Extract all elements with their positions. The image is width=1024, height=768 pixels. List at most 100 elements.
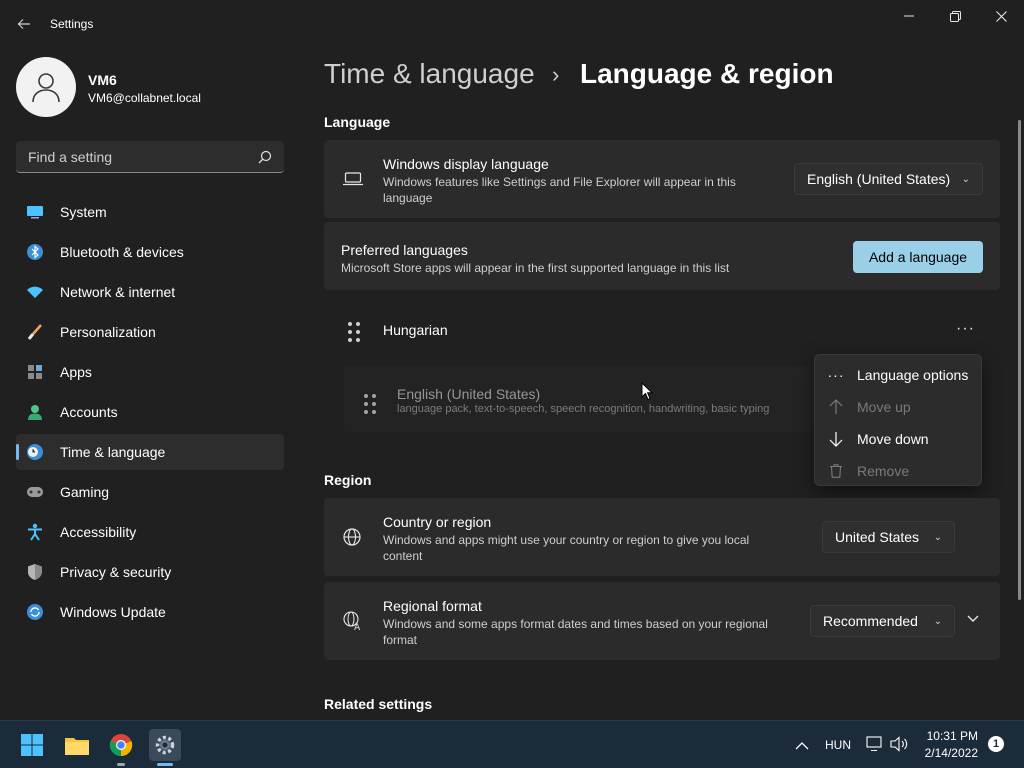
- country-region-description: Windows and apps might use your country …: [383, 533, 750, 563]
- title-bar: Settings: [0, 0, 1024, 48]
- country-region-dropdown[interactable]: United States ⌄: [822, 521, 955, 553]
- sidebar-item-label: Bluetooth & devices: [60, 244, 184, 260]
- sidebar-item-label: Privacy & security: [60, 564, 172, 580]
- language-detail: language pack, text-to-speech, speech re…: [397, 403, 770, 415]
- sidebar-item-label: Time & language: [60, 444, 166, 460]
- settings-app-button[interactable]: [149, 729, 181, 761]
- maximize-button[interactable]: [932, 6, 978, 26]
- menu-item-move-down[interactable]: Move down: [815, 423, 981, 455]
- chrome-button[interactable]: [105, 729, 137, 761]
- sidebar-item-gaming[interactable]: Gaming: [16, 474, 284, 510]
- bluetooth-icon: [26, 243, 44, 261]
- breadcrumb-parent[interactable]: Time & language: [324, 58, 535, 90]
- menu-item-move-up: Move up: [815, 391, 981, 423]
- sidebar-item-time-language[interactable]: Time & language: [16, 434, 284, 470]
- display-language-dropdown[interactable]: English (United States) ⌄: [794, 163, 983, 195]
- language-list-item[interactable]: Hungarian ···: [324, 308, 1000, 352]
- file-explorer-button[interactable]: [61, 729, 93, 761]
- language-context-menu: ··· Language options Move up Move down R…: [814, 354, 982, 486]
- display-language-card: Windows display language Windows feature…: [324, 140, 1000, 218]
- back-button[interactable]: [8, 10, 40, 38]
- section-title-related: Related settings: [324, 696, 433, 712]
- search-box[interactable]: [16, 141, 284, 173]
- sidebar-item-label: Accessibility: [60, 524, 137, 540]
- search-input[interactable]: [28, 148, 258, 165]
- page-title: Language & region: [580, 58, 834, 89]
- taskbar: HUN 10:31 PM 2/14/2022 1: [0, 720, 1024, 768]
- user-email: VM6@collabnet.local: [88, 91, 201, 105]
- sidebar-item-accessibility[interactable]: Accessibility: [16, 514, 284, 550]
- regional-format-title: Regional format: [383, 598, 482, 614]
- volume-icon[interactable]: [890, 736, 910, 755]
- sidebar-item-label: Gaming: [60, 484, 110, 500]
- section-title-region: Region: [324, 472, 372, 488]
- display-language-value: English (United States): [807, 171, 951, 187]
- minimize-button[interactable]: [886, 6, 932, 26]
- person-icon: [26, 403, 44, 421]
- clock-globe-icon: [26, 443, 44, 461]
- start-button[interactable]: [16, 729, 48, 761]
- menu-item-language-options[interactable]: ··· Language options: [815, 359, 981, 391]
- language-list-item[interactable]: English (United States) language pack, t…: [344, 366, 814, 432]
- clock-time[interactable]: 10:31 PM: [922, 729, 978, 743]
- monitor-icon: [26, 203, 44, 221]
- preferred-languages-card: Preferred languages Microsoft Store apps…: [324, 222, 1000, 290]
- sidebar-item-label: Accounts: [60, 404, 118, 420]
- network-icon[interactable]: [866, 736, 884, 755]
- add-language-button[interactable]: Add a language: [853, 241, 983, 273]
- sidebar-item-label: Network & internet: [60, 284, 176, 300]
- sidebar-item-accounts[interactable]: Accounts: [16, 394, 284, 430]
- language-name: Hungarian: [383, 322, 448, 338]
- shield-icon: [26, 563, 44, 581]
- menu-item-remove: Remove: [815, 455, 981, 487]
- sidebar-item-label: System: [60, 204, 107, 220]
- globe-icon: [343, 528, 361, 549]
- minimize-icon: [904, 15, 914, 17]
- avatar[interactable]: [16, 57, 76, 117]
- arrow-up-icon: [827, 399, 845, 415]
- regional-format-card: A Regional format Windows and some apps …: [324, 582, 1000, 660]
- search-icon: [258, 150, 272, 163]
- clock-date[interactable]: 2/14/2022: [912, 746, 978, 760]
- wifi-icon: [26, 283, 44, 301]
- breadcrumb-separator: ›: [552, 62, 560, 87]
- sidebar-item-network[interactable]: Network & internet: [16, 274, 284, 310]
- restore-icon: [949, 10, 961, 22]
- sidebar-item-label: Personalization: [60, 324, 156, 340]
- more-options-icon[interactable]: ···: [956, 320, 975, 338]
- trash-icon: [827, 464, 845, 478]
- chrome-icon: [109, 734, 133, 757]
- more-icon: ···: [827, 367, 845, 383]
- windows-start-icon: [21, 734, 43, 756]
- close-button[interactable]: [978, 6, 1024, 26]
- update-icon: [26, 603, 44, 621]
- chevron-down-icon: ⌄: [933, 615, 942, 627]
- tray-overflow-chevron-icon[interactable]: [795, 738, 809, 754]
- input-language-indicator[interactable]: HUN: [825, 738, 851, 752]
- drag-handle-icon[interactable]: [364, 394, 376, 414]
- scrollbar[interactable]: [1018, 120, 1021, 600]
- sidebar-item-system[interactable]: System: [16, 194, 284, 230]
- drag-handle-icon[interactable]: [348, 322, 360, 342]
- chevron-down-icon: ⌄: [933, 531, 942, 543]
- user-name: VM6: [88, 72, 117, 88]
- user-avatar-icon: [32, 73, 60, 103]
- sidebar-item-privacy[interactable]: Privacy & security: [16, 554, 284, 590]
- sidebar-item-label: Windows Update: [60, 604, 166, 620]
- regional-format-description: Windows and some apps format dates and t…: [383, 617, 768, 647]
- sidebar-item-bluetooth[interactable]: Bluetooth & devices: [16, 234, 284, 270]
- sidebar-nav: System Bluetooth & devices Network & int…: [16, 194, 284, 634]
- expand-chevron-icon[interactable]: [966, 611, 980, 628]
- menu-item-label: Move down: [857, 431, 929, 447]
- back-arrow-icon: [17, 19, 30, 29]
- window-title: Settings: [50, 17, 94, 31]
- sidebar-item-personalization[interactable]: Personalization: [16, 314, 284, 350]
- preferred-languages-title: Preferred languages: [341, 242, 468, 258]
- sidebar-item-windows-update[interactable]: Windows Update: [16, 594, 284, 630]
- notification-badge[interactable]: 1: [988, 736, 1004, 752]
- regional-format-dropdown[interactable]: Recommended ⌄: [810, 605, 955, 637]
- country-region-title: Country or region: [383, 514, 492, 530]
- sidebar-item-apps[interactable]: Apps: [16, 354, 284, 390]
- apps-icon: [26, 363, 44, 381]
- running-indicator: [117, 763, 125, 766]
